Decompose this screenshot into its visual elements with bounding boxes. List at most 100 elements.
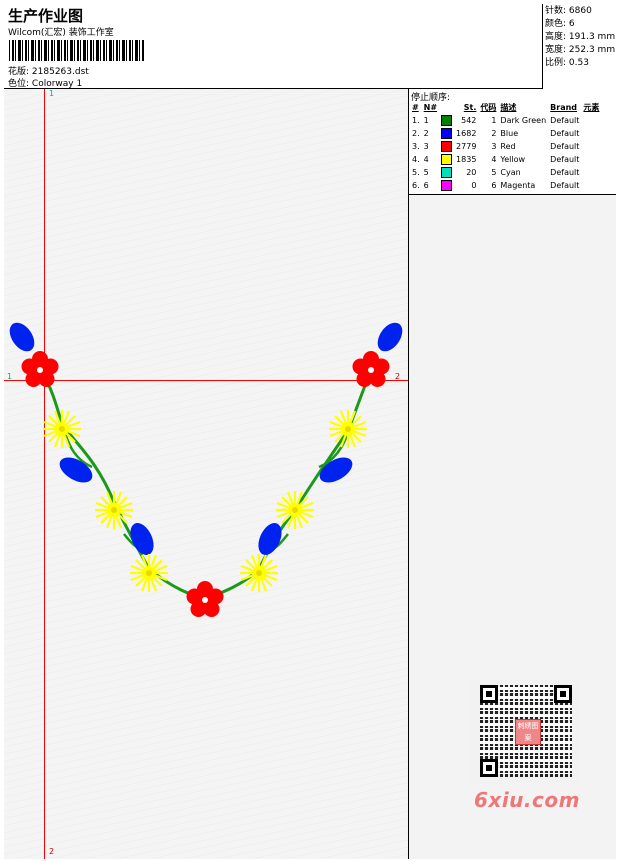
qr-finder-tr	[554, 685, 572, 703]
row-desc: Dark Green	[500, 116, 547, 125]
page-title: 生产作业图	[8, 7, 84, 25]
row-index: 6.	[412, 181, 420, 190]
row-code: 4	[491, 155, 497, 164]
col-element: 元素	[583, 103, 600, 112]
leaf-right-low	[258, 523, 282, 555]
row-element	[581, 114, 601, 127]
row-brand: Default	[550, 155, 580, 164]
yellow-flower-4	[238, 552, 280, 594]
color-table-header: # N# St. 代码 描述 Brand 元素	[410, 101, 601, 114]
row-desc: Yellow	[500, 155, 526, 164]
row-n: 2	[423, 129, 429, 138]
row-desc: Magenta	[500, 181, 536, 190]
row-stitches: 542	[461, 116, 477, 125]
row-element	[581, 179, 601, 192]
row-n: 3	[423, 142, 429, 151]
watermark-logo: 6xiu.com	[474, 788, 580, 812]
row-index: 5.	[412, 168, 420, 177]
col-code: 代码	[480, 103, 497, 112]
color-row: 5. 5 20 5 Cyan Default	[410, 166, 601, 179]
width-value: 252.3 mm	[568, 45, 616, 55]
row-swatch	[439, 114, 454, 127]
seal-icon: 刺绣图案	[515, 719, 541, 745]
leaf-left-low	[130, 523, 154, 555]
row-stitches: 1835	[456, 155, 477, 164]
row-stitches: 0	[471, 181, 477, 190]
color-row: 2. 2 1682 2 Blue Default	[410, 127, 601, 140]
qr-finder-tl	[480, 685, 498, 703]
row-n: 5	[423, 168, 429, 177]
row-code: 2	[491, 129, 497, 138]
qr-finder-bl	[480, 759, 498, 777]
color-swatch	[441, 141, 453, 152]
row-code: 6	[491, 181, 497, 190]
height-value: 191.3 mm	[568, 32, 616, 42]
row-index: 2.	[412, 129, 420, 138]
yellow-flower-2	[93, 489, 135, 531]
color-row: 4. 4 1835 4 Yellow Default	[410, 153, 601, 166]
company-name: Wilcom(汇宏) 装饰工作室	[8, 28, 114, 38]
width-label: 宽度:	[545, 45, 567, 55]
row-brand: Default	[550, 181, 580, 190]
col-index: #	[412, 103, 419, 112]
red-flower-right	[352, 351, 390, 387]
row-index: 3.	[412, 142, 420, 151]
row-stitches: 1682	[456, 129, 477, 138]
scale-value: 0.53	[568, 58, 589, 68]
color-swatch	[441, 115, 453, 126]
stitches-label: 针数:	[545, 6, 567, 16]
colors-label: 颜色:	[545, 19, 567, 29]
barcode	[9, 40, 144, 61]
qr-code-icon: 刺绣图案	[470, 679, 580, 784]
row-desc: Red	[500, 142, 516, 151]
scale-label: 比例:	[545, 58, 567, 68]
height-row: 高度: 191.3 mm	[545, 31, 616, 44]
row-swatch	[439, 166, 454, 179]
row-element	[581, 166, 601, 179]
vine-stem	[40, 371, 372, 601]
color-table: # N# St. 代码 描述 Brand 元素 1. 1 542 1 Dark Gree…	[410, 101, 601, 192]
row-n: 1	[423, 116, 429, 125]
design-canvas: 1 2 1 2	[4, 89, 409, 859]
height-label: 高度:	[545, 32, 567, 42]
color-row: 3. 3 2779 3 Red Default	[410, 140, 601, 153]
row-swatch	[439, 127, 454, 140]
row-brand: Default	[550, 116, 580, 125]
row-element	[581, 140, 601, 153]
colorway-row: 色位: Colorway 1	[8, 76, 82, 89]
colorway-label: 色位:	[8, 79, 30, 89]
row-n: 6	[423, 181, 429, 190]
red-flower-center	[186, 581, 224, 617]
col-swatch	[439, 101, 454, 114]
embroidery-design	[9, 322, 403, 617]
stitches-row: 针数: 6860	[545, 5, 616, 18]
row-n: 4	[423, 155, 429, 164]
color-swatch	[441, 154, 453, 165]
leaf-right-top	[377, 322, 403, 352]
color-swatch	[441, 167, 453, 178]
yellow-flower-6	[327, 408, 369, 450]
row-code: 5	[491, 168, 497, 177]
col-n: N#	[423, 103, 438, 112]
row-code: 3	[491, 142, 497, 151]
yellow-flower-5	[274, 489, 316, 531]
row-brand: Default	[550, 168, 580, 177]
row-swatch	[439, 153, 454, 166]
colors-value: 6	[568, 19, 575, 29]
row-index: 4.	[412, 155, 420, 164]
colorway-value: Colorway 1	[31, 79, 83, 89]
colors-row: 颜色: 6	[545, 18, 616, 31]
red-flower-left	[21, 351, 59, 387]
row-stitches: 2779	[456, 142, 477, 151]
col-brand: Brand	[550, 103, 578, 112]
design-specs: 针数: 6860 颜色: 6 高度: 191.3 mm 宽度: 252.3 mm…	[542, 4, 616, 89]
row-element	[581, 127, 601, 140]
yellow-flower-3	[128, 552, 170, 594]
scale-row: 比例: 0.53	[545, 57, 616, 70]
col-desc: 描述	[500, 103, 517, 112]
col-stitches: St.	[463, 103, 477, 112]
stitches-value: 6860	[568, 6, 592, 16]
row-swatch	[439, 140, 454, 153]
row-index: 1.	[412, 116, 420, 125]
color-swatch	[441, 180, 453, 191]
